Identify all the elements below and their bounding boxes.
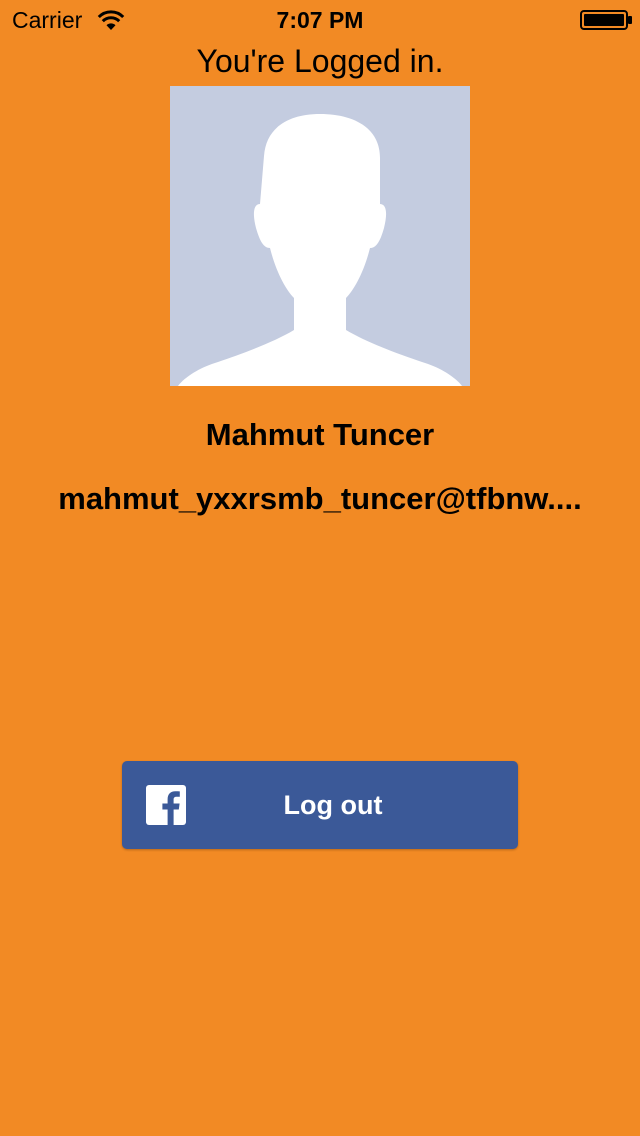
battery-icon (580, 10, 634, 30)
status-time: 7:07 PM (276, 7, 364, 33)
default-profile-silhouette-icon (178, 114, 462, 386)
logout-button[interactable]: Log out (122, 761, 518, 849)
page-title: You're Logged in. (196, 43, 444, 79)
user-name: Mahmut Tuncer (205, 417, 435, 452)
user-email: mahmut_yxxrsmb_tuncer@tfbnw.... (58, 481, 582, 516)
logout-button-label: Log out (283, 790, 383, 820)
facebook-icon (146, 785, 186, 825)
profile-picture (170, 86, 470, 386)
status-bar: Carrier 7:07 PM (0, 0, 640, 40)
